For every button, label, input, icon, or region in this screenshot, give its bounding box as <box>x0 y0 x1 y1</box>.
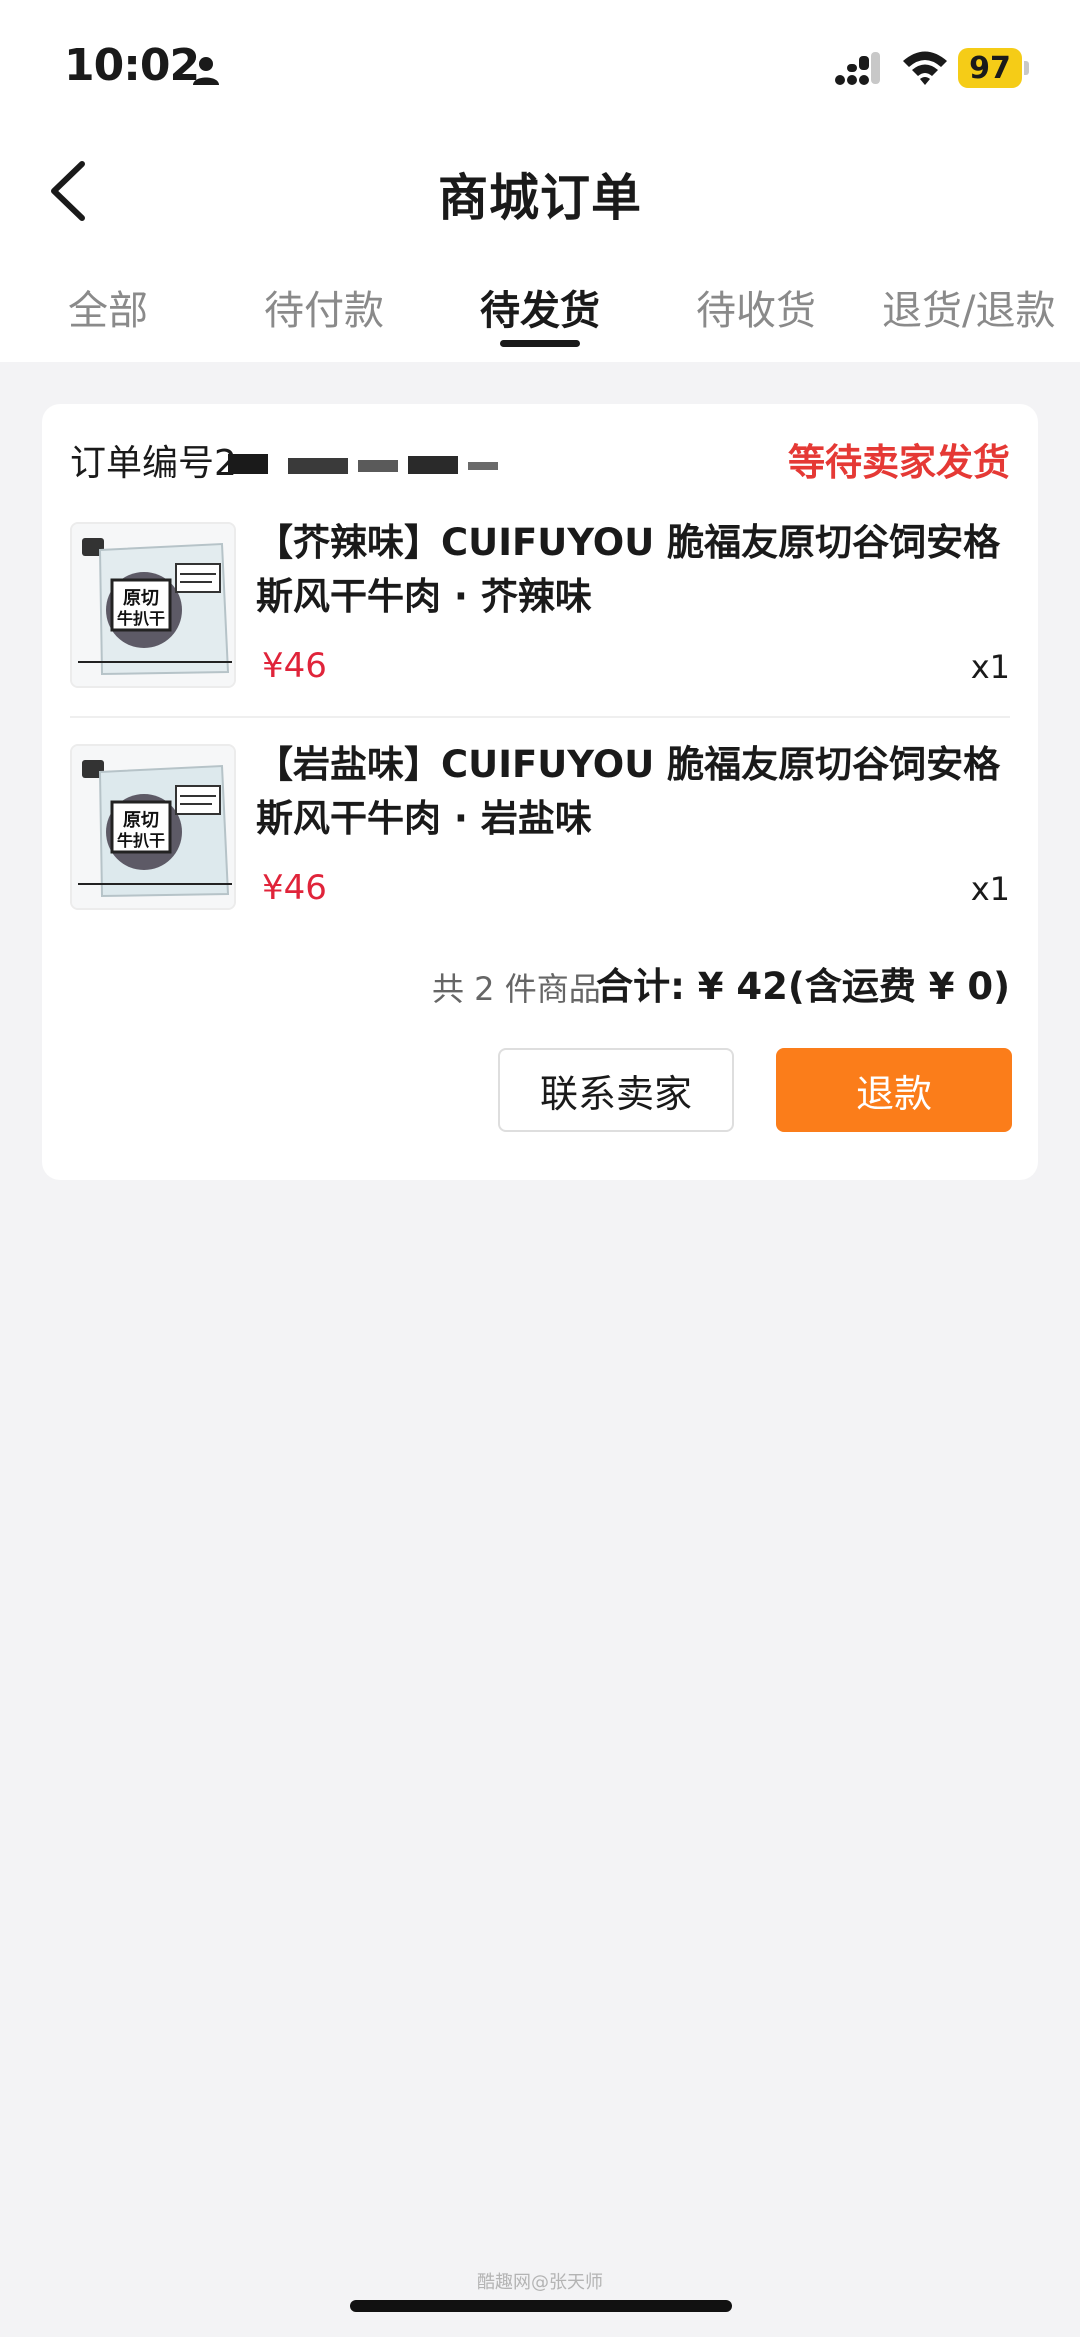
tab-pending-receipt[interactable]: 待收货 <box>696 278 816 336</box>
order-total: 合计: ¥ 42(含运费 ¥ 0) <box>596 965 1010 1008</box>
battery-tip <box>1024 61 1029 75</box>
tab-pending-shipment[interactable]: 待发货 <box>480 278 600 336</box>
page-title: 商城订单 <box>438 169 642 227</box>
order-item[interactable]: 原切 牛扒干 【芥辣味】CUIFUYOU 脆福友原切谷饲安格斯风干牛肉 · 芥辣… <box>70 521 1010 692</box>
order-status: 等待卖家发货 <box>788 441 1010 484</box>
svg-text:原切: 原切 <box>123 588 159 609</box>
order-item[interactable]: 原切 牛扒干 【岩盐味】CUIFUYOU 脆福友原切谷饲安格斯风干牛肉 · 岩盐… <box>70 743 1010 914</box>
product-quantity: x1 <box>970 648 1010 686</box>
svg-text:原切: 原切 <box>123 810 159 831</box>
product-thumbnail[interactable]: 原切 牛扒干 <box>70 522 236 688</box>
wifi-icon <box>903 51 947 85</box>
beef-jerky-package-image: 原切 牛扒干 <box>72 746 234 908</box>
order-tabs: 全部 待付款 待发货 待收货 退货/退款 <box>0 278 1080 348</box>
person-icon <box>193 57 219 85</box>
svg-text:牛扒干: 牛扒干 <box>117 831 165 850</box>
tab-pending-payment[interactable]: 待付款 <box>264 278 384 336</box>
status-time: 10:02 <box>64 40 200 91</box>
tab-returns-refunds[interactable]: 退货/退款 <box>882 278 1055 336</box>
active-tab-indicator <box>500 340 580 347</box>
refund-button[interactable]: 退款 <box>776 1048 1012 1132</box>
product-quantity: x1 <box>970 870 1010 908</box>
battery-icon: 97 <box>958 48 1022 88</box>
product-price: ¥46 <box>262 868 327 908</box>
watermark: 酷趣网@张天师 <box>477 2272 603 2293</box>
item-divider <box>70 716 1010 718</box>
tab-all[interactable]: 全部 <box>68 278 148 336</box>
home-indicator[interactable] <box>350 2300 732 2312</box>
contact-seller-button[interactable]: 联系卖家 <box>498 1048 734 1132</box>
product-price: ¥46 <box>262 646 327 686</box>
order-number-label: 订单编号2 <box>70 443 237 484</box>
product-title[interactable]: 【岩盐味】CUIFUYOU 脆福友原切谷饲安格斯风干牛肉 · 岩盐味 <box>256 738 1006 846</box>
product-title[interactable]: 【芥辣味】CUIFUYOU 脆福友原切谷饲安格斯风干牛肉 · 芥辣味 <box>256 516 1006 624</box>
beef-jerky-package-image: 原切 牛扒干 <box>72 524 234 686</box>
redacted-order-number <box>228 454 498 474</box>
item-count: 共 2 件商品 <box>432 970 601 1008</box>
signal-icon <box>835 52 880 85</box>
product-thumbnail[interactable]: 原切 牛扒干 <box>70 744 236 910</box>
top-header: 10:02 97 商城订单 全部 待付款 待发货 待收货 退货/退款 <box>0 0 1080 362</box>
order-card[interactable]: 订单编号2 等待卖家发货 原切 牛扒干 【芥辣味】CUIFUYOU 脆福友原切谷… <box>42 404 1038 1180</box>
svg-text:牛扒干: 牛扒干 <box>117 609 165 628</box>
